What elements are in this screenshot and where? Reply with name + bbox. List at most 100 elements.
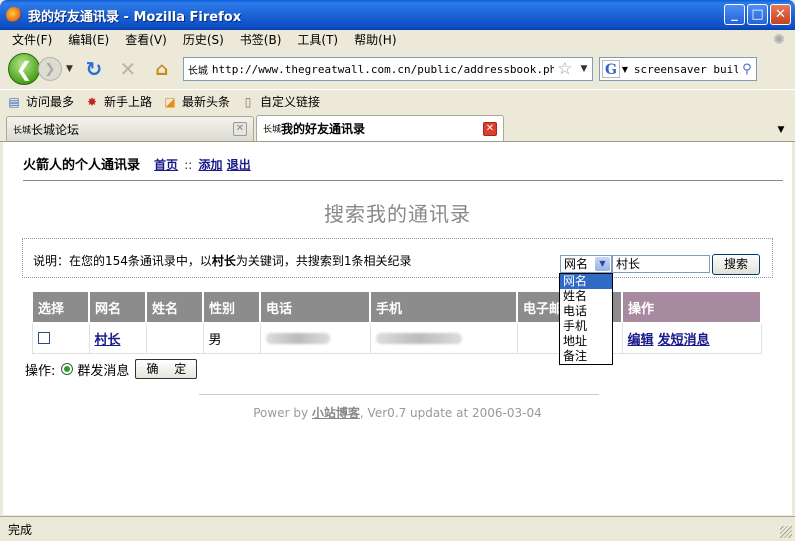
mass-message-radio[interactable] — [61, 363, 74, 375]
chevron-down-icon[interactable]: ▼ — [595, 257, 610, 271]
menu-tools[interactable]: 工具(T) — [289, 31, 346, 49]
name-cell — [145, 322, 204, 354]
nickname-cell: 村长 — [88, 322, 147, 354]
footer-link[interactable]: 小站博客 — [312, 406, 360, 420]
close-tab-icon[interactable]: ✕ — [233, 122, 247, 136]
url-dropdown-icon[interactable]: ▼ — [576, 64, 592, 74]
mass-message-label: 群发消息 — [77, 363, 130, 379]
footer-suffix: , Ver0.7 update at 2006-03-04 — [359, 406, 542, 420]
throbber-icon: ✺ — [773, 32, 785, 48]
redacted-mobile — [375, 332, 462, 344]
option-name[interactable]: 姓名 — [560, 289, 612, 304]
mobile-cell — [369, 322, 518, 354]
engine-dropdown-icon[interactable]: ▼ — [620, 65, 630, 74]
magnifier-icon[interactable]: ⚲ — [738, 62, 756, 77]
search-button[interactable]: 搜索 — [712, 254, 760, 275]
status-text: 完成 — [8, 522, 33, 537]
option-mobile[interactable]: 手机 — [560, 319, 612, 334]
menu-file[interactable]: 文件(F) — [4, 31, 60, 49]
resize-grip-icon[interactable] — [780, 526, 792, 538]
option-phone[interactable]: 电话 — [560, 304, 612, 319]
menu-bookmarks[interactable]: 书签(B) — [232, 31, 290, 49]
folder-icon: ▤ — [8, 94, 20, 109]
row-checkbox[interactable] — [37, 332, 50, 345]
forward-button[interactable]: ❯ — [38, 57, 62, 81]
tab-label: 我的好友通讯录 — [281, 122, 366, 136]
logout-link[interactable]: 退出 — [227, 158, 251, 172]
stop-icon: ✕ — [119, 57, 137, 81]
table-header-row: 选择 网名 姓名 性别 电话 手机 电子邮 操作 — [31, 290, 762, 324]
reload-button[interactable]: ↻ — [81, 56, 107, 82]
send-message-link[interactable]: 发短消息 — [658, 333, 710, 348]
minimize-button[interactable]: _ — [724, 4, 745, 25]
tab-forum[interactable]: 长城 长城论坛 ✕ — [6, 116, 254, 141]
navigation-toolbar: ❮ ❯ ▼ ↻ ✕ ⌂ 长城 http://www.thegreatwall.c… — [0, 50, 795, 88]
keyword-input[interactable]: 村长 — [612, 255, 710, 273]
phone-cell — [259, 322, 371, 354]
bookmark-latest-headlines[interactable]: ◪ 最新头条 — [162, 93, 230, 110]
summary-keyword: 村长 — [211, 254, 236, 268]
search-info-box: 说明：在您的154条通讯录中，以村长为关键词，共搜索到1条相关纪录 网名 ▼ 村… — [22, 238, 773, 278]
ops-label: 操作: — [25, 363, 56, 379]
col-name: 姓名 — [145, 290, 204, 324]
add-link[interactable]: 添加 — [199, 158, 223, 172]
home-button[interactable]: ⌂ — [149, 56, 175, 82]
option-address[interactable]: 地址 — [560, 334, 612, 349]
actions-cell: 编辑 发短消息 — [621, 322, 762, 354]
search-field-select[interactable]: 网名 ▼ — [560, 255, 612, 273]
selected-field: 网名 — [564, 257, 589, 271]
close-window-button[interactable]: ✕ — [770, 4, 791, 25]
footer-prefix: Power by — [253, 406, 312, 420]
search-heading: 搜索我的通讯录 — [324, 202, 471, 226]
search-field-options: 网名 姓名 电话 手机 地址 备注 — [559, 273, 613, 365]
close-tab-icon[interactable]: ✕ — [483, 121, 497, 136]
bookmark-star-icon[interactable]: ☆ — [554, 59, 576, 79]
col-actions: 操作 — [621, 290, 762, 324]
select-cell — [31, 322, 90, 354]
tab-address-book[interactable]: 长城 我的好友通讯录 ✕ — [256, 115, 504, 141]
bookmark-customize-links[interactable]: ▯ 自定义链接 — [240, 93, 320, 110]
window-titlebar: 我的好友通讯录 - Mozilla Firefox _ □ ✕ — [0, 0, 795, 30]
firefox-red-icon: ✸ — [86, 94, 98, 109]
home-link[interactable]: 首页 — [154, 158, 178, 172]
history-dropdown-icon[interactable]: ▼ — [66, 64, 73, 74]
bookmark-label: 自定义链接 — [260, 95, 321, 109]
col-select: 选择 — [31, 290, 90, 324]
redacted-phone — [265, 332, 330, 344]
option-nickname[interactable]: 网名 — [560, 274, 612, 289]
site-favicon-icon: 长城 — [263, 125, 282, 135]
menu-bar: 文件(F) 编辑(E) 查看(V) 历史(S) 书签(B) 工具(T) 帮助(H… — [0, 30, 795, 50]
arrow-right-icon: ❯ — [44, 61, 56, 77]
menu-history[interactable]: 历史(S) — [175, 31, 232, 49]
menu-edit[interactable]: 编辑(E) — [60, 31, 117, 49]
bulk-operations: 操作: 群发消息 确 定 — [25, 359, 198, 379]
window-controls: _ □ ✕ — [724, 4, 791, 25]
url-bar[interactable]: 长城 http://www.thegreatwall.com.cn/public… — [182, 57, 593, 81]
arrow-left-icon: ❮ — [15, 57, 33, 81]
menu-help[interactable]: 帮助(H) — [346, 31, 404, 49]
window-title: 我的好友通讯录 - Mozilla Firefox — [28, 9, 242, 25]
site-favicon-icon: 长城 — [187, 65, 208, 77]
edit-link[interactable]: 编辑 — [628, 333, 654, 348]
option-notes[interactable]: 备注 — [560, 349, 612, 364]
maximize-button[interactable]: □ — [747, 4, 768, 25]
divider — [23, 180, 783, 181]
page-content: 火箭人的个人通讯录 首页 :: 添加 退出 搜索我的通讯录 说明：在您的154条… — [3, 142, 792, 515]
col-gender: 性别 — [202, 290, 261, 324]
table-row: 村长 男 编辑 发短消息 — [31, 322, 762, 354]
url-input[interactable]: http://www.thegreatwall.com.cn/public/ad… — [212, 63, 554, 76]
tab-strip: 长城 长城论坛 ✕ 长城 我的好友通讯录 ✕ ▼ — [0, 115, 795, 142]
reload-icon: ↻ — [85, 57, 103, 81]
tab-list-dropdown-icon[interactable]: ▼ — [771, 121, 791, 139]
confirm-button[interactable]: 确 定 — [135, 359, 198, 379]
bookmark-label: 最新头条 — [182, 95, 231, 109]
google-icon[interactable]: G — [601, 60, 620, 78]
nickname-link[interactable]: 村长 — [95, 333, 121, 348]
menu-view[interactable]: 查看(V) — [117, 31, 175, 49]
stop-button[interactable]: ✕ — [115, 56, 141, 82]
back-button[interactable]: ❮ — [8, 53, 40, 85]
bookmark-most-visited[interactable]: ▤ 访问最多 — [6, 93, 74, 110]
web-search-input[interactable]: screensaver builde — [634, 63, 738, 76]
web-search-box[interactable]: G ▼ screensaver builde ⚲ — [598, 57, 757, 81]
bookmark-getting-started[interactable]: ✸ 新手上路 — [84, 93, 152, 110]
